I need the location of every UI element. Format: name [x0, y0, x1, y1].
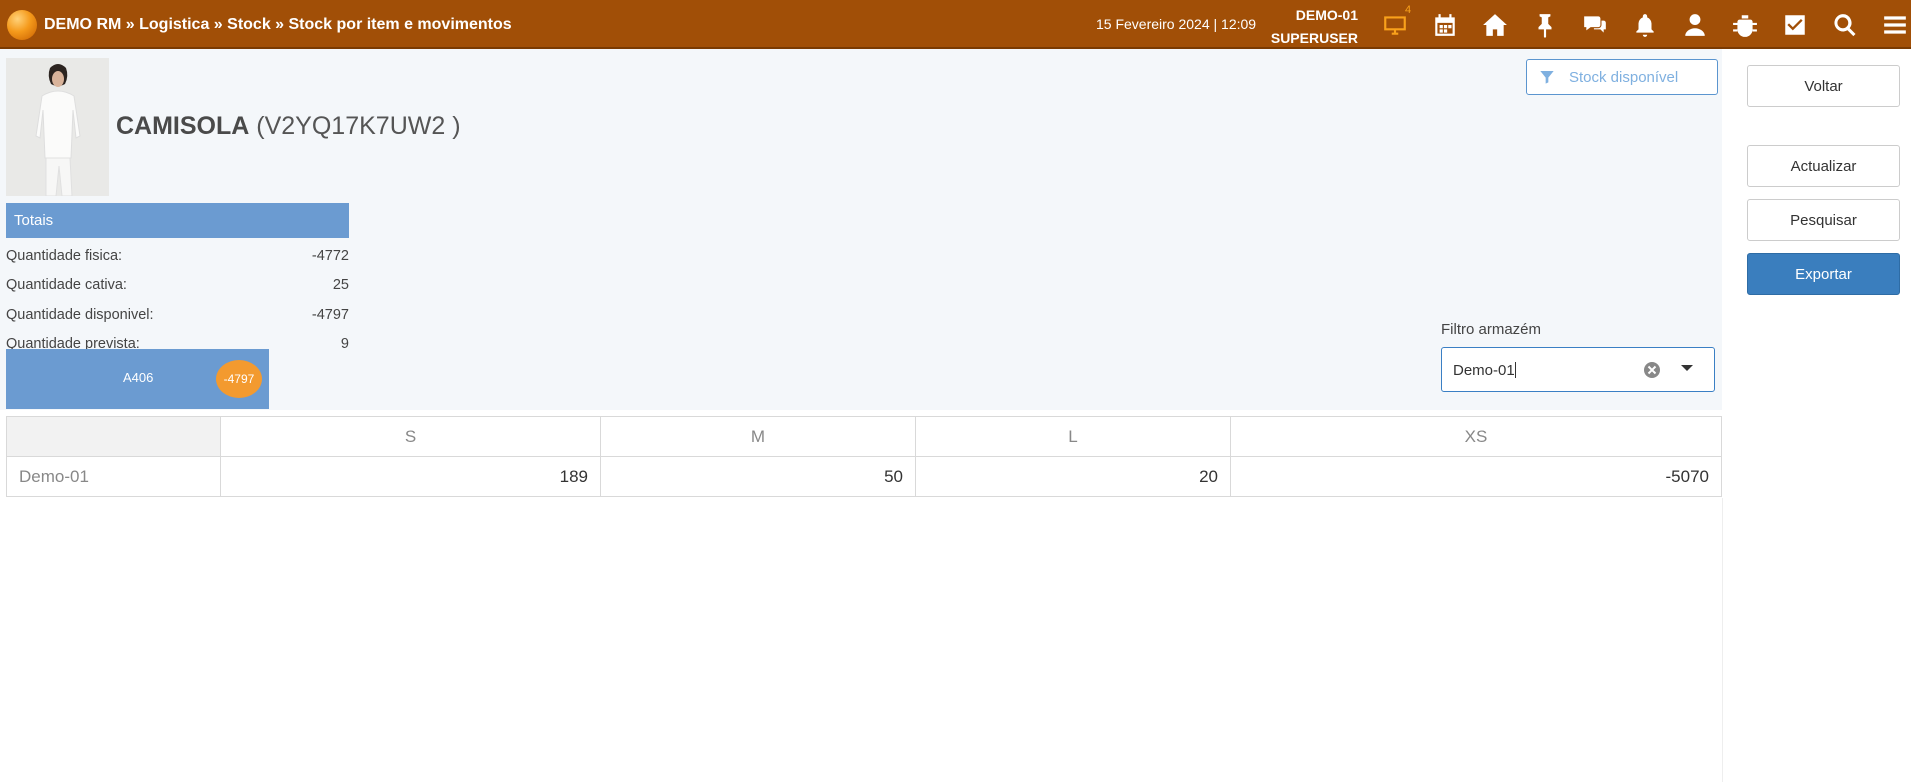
home-icon[interactable]: [1478, 8, 1512, 42]
totals-row: Quantidade fisica: -4772: [6, 248, 349, 270]
company-name: DEMO-01: [1295, 7, 1358, 23]
checkbox-icon[interactable]: [1778, 8, 1812, 42]
refresh-button[interactable]: Actualizar: [1747, 145, 1900, 187]
totals-value: -4797: [311, 307, 349, 323]
top-bar: DEMO RM » Logistica » Stock » Stock por …: [0, 0, 1911, 49]
totals-value: 9: [340, 336, 349, 352]
menu-icon[interactable]: [1878, 8, 1911, 42]
totals-label: Quantidade cativa:: [6, 277, 127, 293]
current-datetime: 15 Fevereiro 2024 | 12:09: [1096, 16, 1257, 32]
product-code: (V2YQ17K7UW2 ): [256, 112, 461, 140]
user-info[interactable]: DEMO-01 SUPERUSER: [1260, 4, 1358, 50]
warehouse-filter-label: Filtro armazém: [1441, 321, 1542, 338]
search-icon[interactable]: [1828, 8, 1862, 42]
calendar-icon[interactable]: [1428, 8, 1462, 42]
search-button[interactable]: Pesquisar: [1747, 199, 1900, 241]
grid-cell[interactable]: 189: [220, 456, 601, 497]
grid-column-header[interactable]: S: [220, 416, 601, 457]
totals-label: Quantidade disponivel:: [6, 307, 154, 323]
grid-cell[interactable]: -5070: [1230, 456, 1722, 497]
table-row[interactable]: Demo-01 189 50 20 -5070: [6, 456, 1722, 497]
chat-icon[interactable]: [1578, 8, 1612, 42]
user-name: SUPERUSER: [1270, 30, 1358, 46]
filter-icon: [1540, 71, 1554, 84]
totals-value: 25: [332, 277, 349, 293]
app-logo-icon[interactable]: [7, 10, 37, 40]
clear-icon[interactable]: [1642, 360, 1662, 380]
warehouse-tile-name: A406: [123, 370, 154, 385]
totals-label: Quantidade fisica:: [6, 248, 123, 264]
product-image: [6, 58, 109, 196]
stock-grid: S M L XS Demo-01 189 50 20 -5070: [6, 416, 1722, 497]
text-cursor: [1514, 362, 1516, 378]
grid-column-header[interactable]: L: [915, 416, 1231, 457]
grid-column-header[interactable]: M: [600, 416, 916, 457]
totals-row: Quantidade disponivel: -4797: [6, 307, 349, 329]
grid-corner-cell: [6, 416, 221, 457]
pin-icon[interactable]: [1528, 8, 1562, 42]
bell-icon[interactable]: [1628, 8, 1662, 42]
warehouse-filter-value: Demo-01: [1453, 362, 1515, 379]
monitor-icon[interactable]: 4: [1378, 4, 1412, 42]
export-button[interactable]: Exportar: [1747, 253, 1900, 295]
totals-header: Totais: [6, 203, 349, 238]
grid-cell[interactable]: 50: [600, 456, 916, 497]
warehouse-tile[interactable]: A406 -4797: [6, 349, 269, 409]
chevron-down-icon[interactable]: [1681, 365, 1693, 371]
content-lower-area: [0, 498, 1723, 782]
warehouse-filter-input[interactable]: Demo-01: [1453, 362, 1516, 379]
grid-row-label: Demo-01: [6, 456, 221, 497]
monitor-badge: 4: [1405, 4, 1412, 16]
warehouse-tile-badge: -4797: [216, 360, 262, 398]
stock-available-filter-button[interactable]: Stock disponível: [1526, 59, 1718, 95]
product-title: CAMISOLA (V2YQ17K7UW2 ): [116, 112, 461, 141]
product-name: CAMISOLA: [116, 112, 250, 140]
totals-value: -4772: [311, 248, 349, 264]
grid-header-row: S M L XS: [6, 416, 1722, 457]
grid-cell[interactable]: 20: [915, 456, 1231, 497]
bug-icon[interactable]: [1728, 8, 1762, 42]
stock-filter-label: Stock disponível: [1569, 68, 1679, 86]
grid-column-header[interactable]: XS: [1230, 416, 1722, 457]
user-icon[interactable]: [1678, 8, 1712, 42]
breadcrumb[interactable]: DEMO RM » Logistica » Stock » Stock por …: [44, 16, 512, 34]
back-button[interactable]: Voltar: [1747, 65, 1900, 107]
totals-row: Quantidade cativa: 25: [6, 277, 349, 299]
warehouse-filter-select[interactable]: Demo-01: [1441, 347, 1715, 392]
